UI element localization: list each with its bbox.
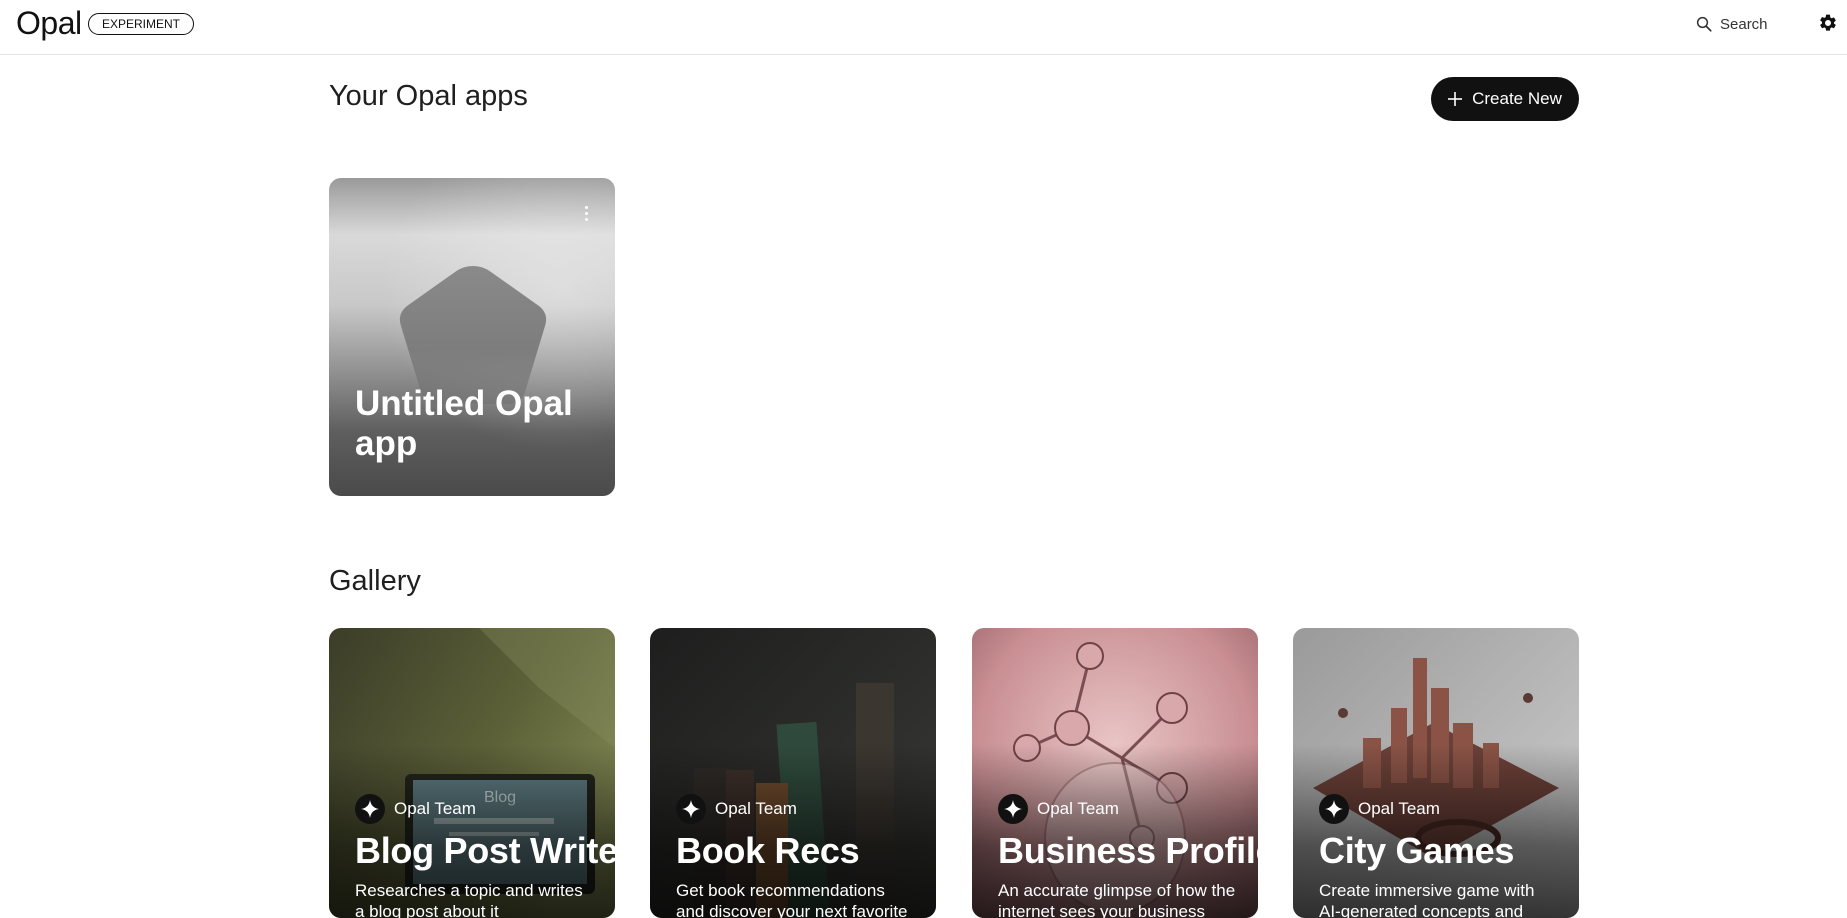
author-name: Opal Team (1037, 799, 1119, 818)
gallery-title: Gallery (329, 565, 421, 597)
card-author: Opal Team (998, 794, 1119, 824)
card-title: Book Recs (676, 830, 860, 871)
app-title: Untitled Opal app (355, 384, 573, 463)
card-title: City Games (1319, 830, 1515, 871)
create-new-button[interactable]: Create New (1431, 77, 1579, 121)
sparkle-icon (998, 794, 1028, 824)
gallery-card-book-recs[interactable]: Opal Team Book Recs Get book recommendat… (650, 628, 936, 918)
card-author: Opal Team (355, 794, 476, 824)
apps-section-title: Your Opal apps (329, 80, 528, 112)
gear-icon[interactable] (1818, 13, 1838, 33)
card-description: Researches a topic and writes a blog pos… (355, 881, 583, 918)
top-bar: Opal EXPERIMENT Search (0, 0, 1847, 55)
author-name: Opal Team (715, 799, 797, 818)
card-description: Create immersive game with AI-generated … (1319, 881, 1535, 918)
gallery-card-city-games[interactable]: Opal Team City Games Create immersive ga… (1293, 628, 1579, 918)
author-name: Opal Team (394, 799, 476, 818)
author-name: Opal Team (1358, 799, 1440, 818)
app-card[interactable]: Untitled Opal app (329, 178, 615, 496)
sparkle-icon (676, 794, 706, 824)
card-title: Business Profiler (998, 830, 1258, 871)
opal-logo[interactable]: Opal (16, 5, 82, 42)
card-author: Opal Team (676, 794, 797, 824)
sparkle-icon (1319, 794, 1349, 824)
more-options-icon[interactable] (581, 204, 591, 226)
sparkle-icon (355, 794, 385, 824)
card-author: Opal Team (1319, 794, 1440, 824)
plus-icon (1448, 92, 1463, 106)
create-new-label: Create New (1472, 89, 1562, 108)
card-title: Blog Post Writer (355, 830, 615, 871)
search-button[interactable]: Search (1695, 12, 1768, 36)
gallery-card-business-profiler[interactable]: Opal Team Business Profiler An accurate … (972, 628, 1258, 918)
experiment-badge: EXPERIMENT (88, 13, 195, 35)
card-gradient (329, 628, 615, 918)
gallery-card-blog-post-writer[interactable]: Blog Opal Team Blog Post Writer Research… (329, 628, 615, 918)
card-gradient (650, 628, 936, 918)
card-gradient (972, 628, 1258, 918)
search-icon (1696, 16, 1712, 32)
card-description: An accurate glimpse of how the internet … (998, 881, 1236, 918)
search-label: Search (1720, 15, 1768, 33)
card-description: Get book recommendations and discover yo… (676, 881, 908, 918)
card-gradient (1293, 628, 1579, 918)
